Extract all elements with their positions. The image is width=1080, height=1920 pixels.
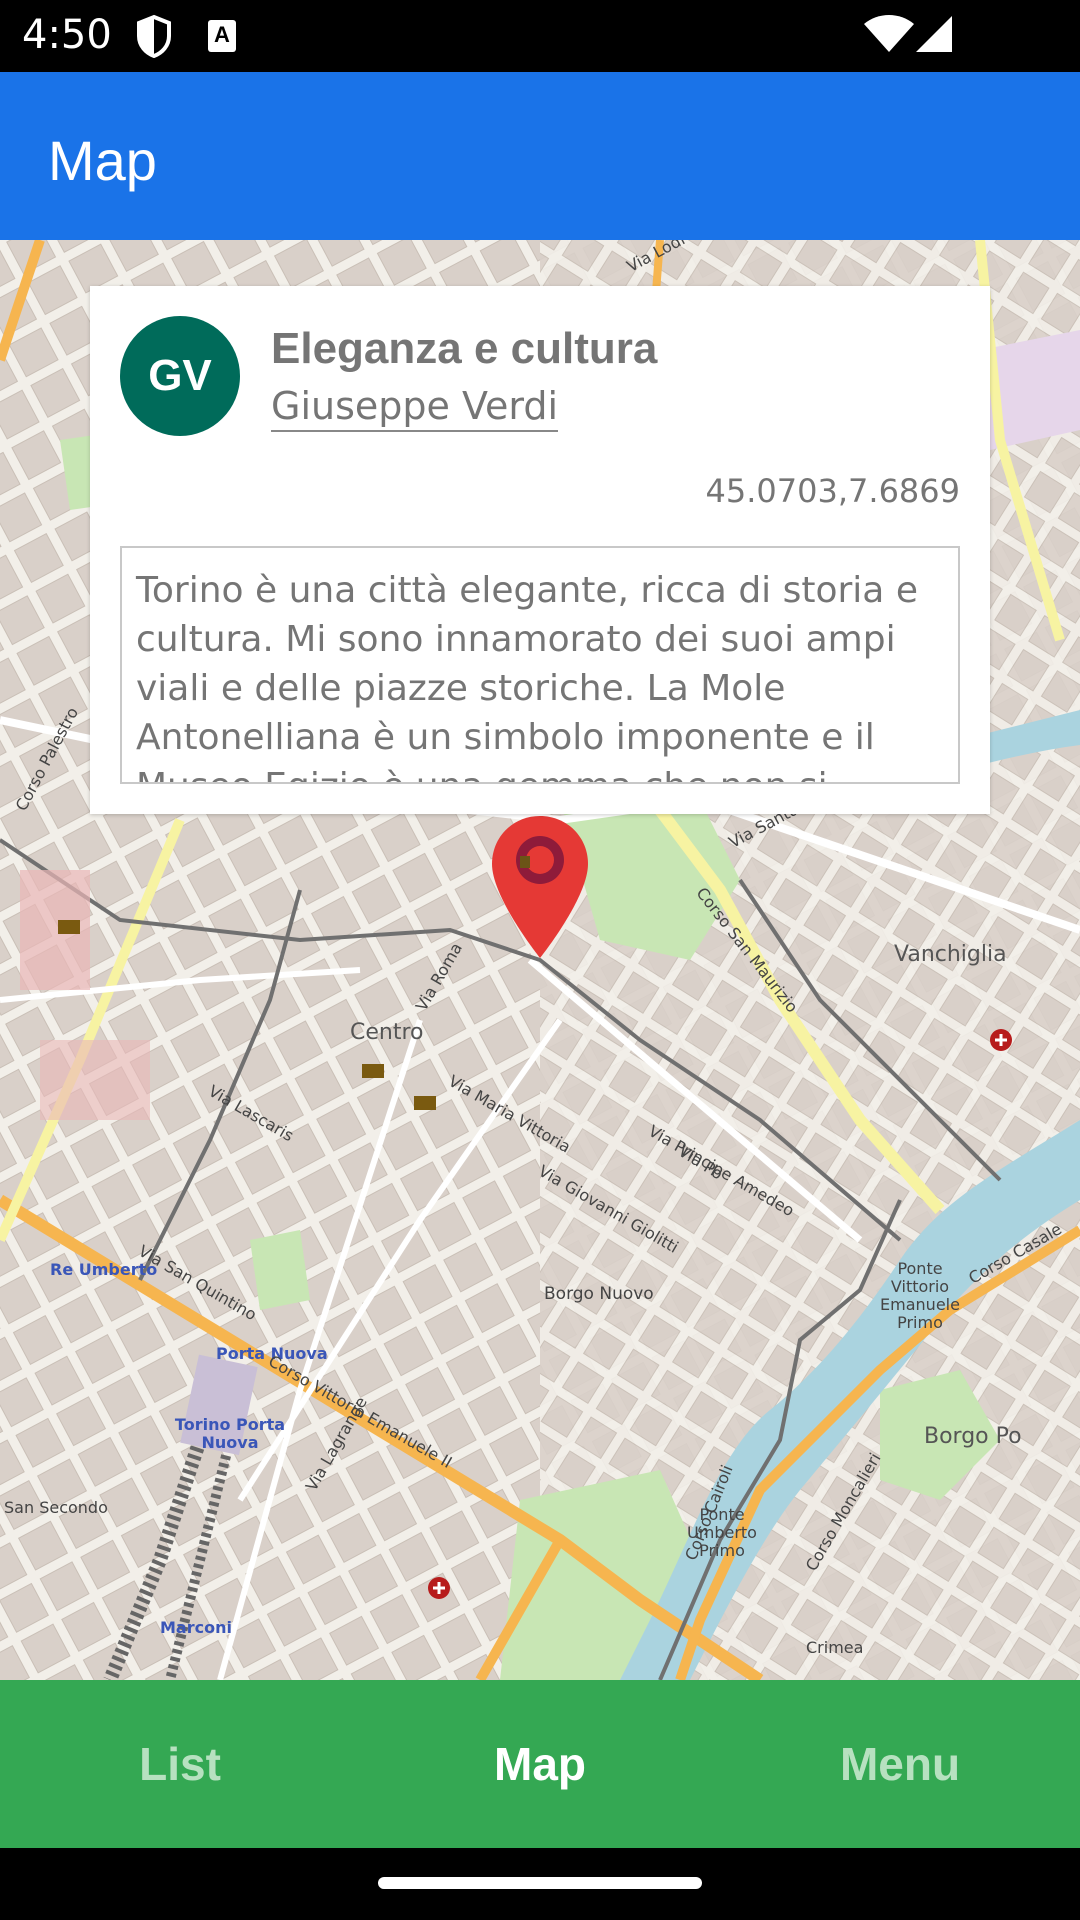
map-label-crimea: Crimea [806, 1638, 864, 1657]
shield-icon [137, 14, 171, 58]
coordinates-text: 45.0703,7.6869 [705, 472, 960, 510]
page-title: Map [48, 129, 157, 192]
author-link[interactable]: Giuseppe Verdi [271, 384, 559, 432]
status-time: 4:50 [22, 12, 112, 58]
nav-menu[interactable]: Menu [750, 1680, 1050, 1848]
map-label-torino-porta-nuova: Torino Porta Nuova [174, 1415, 286, 1452]
map-label-vanchiglia: Vanchiglia [894, 942, 1007, 967]
wifi-icon [864, 15, 914, 52]
map-label-centro: Centro [350, 1020, 424, 1045]
nav-list[interactable]: List [30, 1680, 330, 1848]
card-title: Eleganza e cultura [271, 324, 658, 373]
signal-icon [916, 16, 952, 52]
map-label-borgo-po: Borgo Po [924, 1424, 1022, 1449]
description-box[interactable]: Torino è una città elegante, ricca di st… [120, 546, 960, 784]
description-text: Torino è una città elegante, ricca di st… [136, 570, 918, 782]
map-label-marconi: Marconi [160, 1618, 232, 1637]
system-navigation-bar [0, 1848, 1080, 1920]
map-label-san-secondo: San Secondo [4, 1498, 108, 1517]
map-label-ponte-vittorio: Ponte Vittorio Emanuele Primo [880, 1259, 960, 1332]
status-bar: 4:50 A [0, 0, 1080, 72]
home-handle[interactable] [378, 1877, 702, 1889]
map-label-re-umberto: Re Umberto [50, 1260, 158, 1279]
bottom-navigation: List Map Menu [0, 1680, 1080, 1848]
app-bar: Map [0, 72, 1080, 240]
avatar: GV [120, 316, 240, 436]
location-info-card[interactable]: GV Eleganza e cultura Giuseppe Verdi 45.… [90, 286, 990, 814]
location-pin-icon[interactable] [490, 814, 590, 960]
map-label-borgo-nuovo: Borgo Nuovo [544, 1284, 654, 1304]
nav-map[interactable]: Map [390, 1680, 690, 1848]
a-icon: A [208, 20, 236, 52]
